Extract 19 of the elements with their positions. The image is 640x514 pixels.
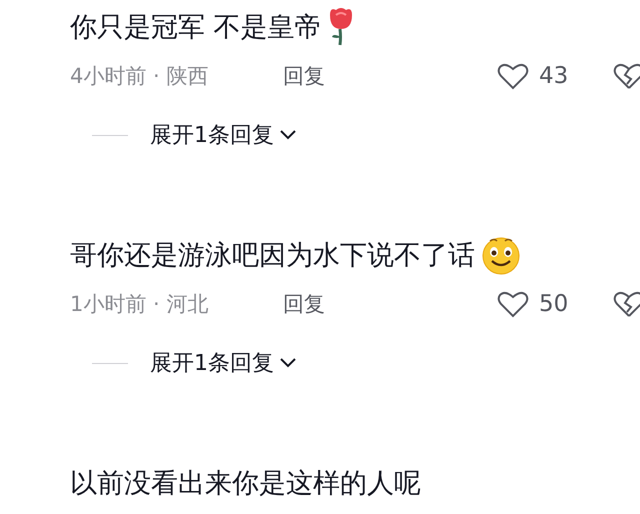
- heart-icon[interactable]: [497, 62, 529, 90]
- comment-meta: 1小时前 · 河北: [70, 291, 210, 318]
- reply-link[interactable]: 回复: [283, 64, 325, 88]
- comment-meta: 4小时前 · 陕西: [70, 63, 210, 90]
- smiley-icon: [481, 235, 521, 275]
- comment-text: 以前没看出来你是这样的人呢: [70, 467, 421, 501]
- like-count: 43: [539, 63, 568, 89]
- reply-link[interactable]: 回复: [283, 292, 325, 316]
- comment-text: 你只是冠军 不是皇帝: [70, 11, 322, 45]
- like-count: 50: [539, 291, 568, 317]
- rose-icon: [328, 7, 354, 47]
- expand-replies-button[interactable]: 展开1条回复: [150, 348, 296, 378]
- chevron-down-icon: [280, 358, 296, 368]
- broken-heart-icon[interactable]: [613, 62, 640, 90]
- expand-replies-button[interactable]: 展开1条回复: [150, 120, 296, 150]
- broken-heart-icon[interactable]: [613, 290, 640, 318]
- heart-icon[interactable]: [497, 290, 529, 318]
- chevron-down-icon: [280, 130, 296, 140]
- comment-text: 哥你还是游泳吧因为水下说不了话: [70, 239, 475, 273]
